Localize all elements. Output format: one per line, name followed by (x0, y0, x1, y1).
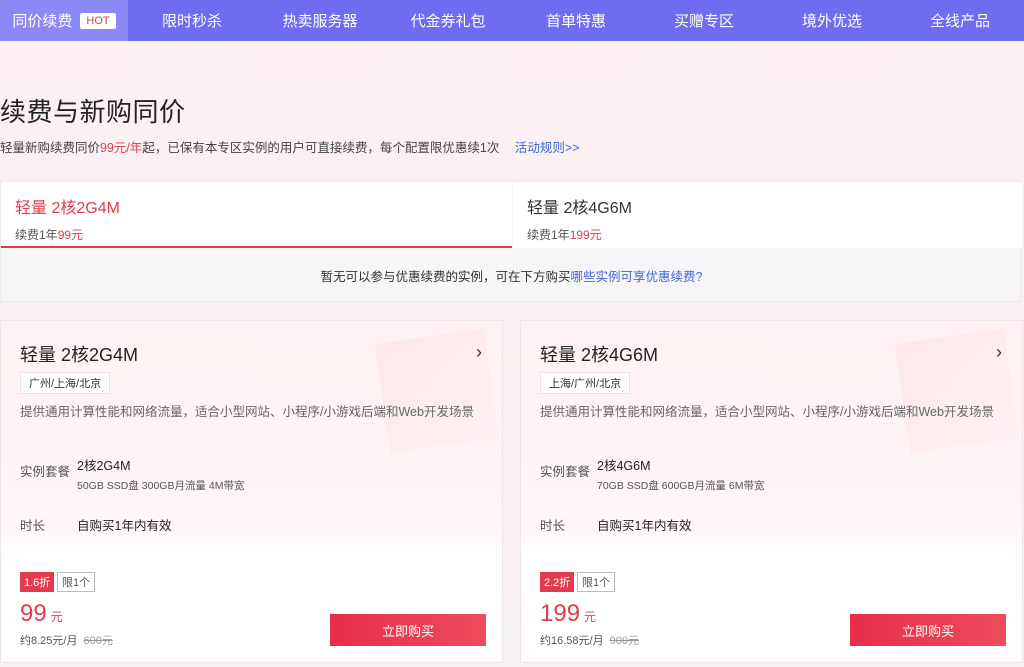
spec-value: 2核2G4M (77, 459, 131, 473)
nav-item-label: 境外优选 (801, 13, 862, 30)
nav-item-buy-gift[interactable]: 买赠专区 (640, 0, 768, 41)
page-subtitle: 轻量新购续费同价99元/年起，已保有本专区实例的用户可直接续费，每个配置限优惠续… (0, 137, 579, 156)
eligible-instances-link[interactable]: 哪些实例可享优惠续费? (571, 270, 703, 284)
nav-item-hot-servers[interactable]: 热卖服务器 (256, 0, 384, 41)
buy-button[interactable]: 立即购买 (850, 614, 1006, 646)
subtitle-post: 起，已保有本专区实例的用户可直接续费，每个配置限优惠续1次 (142, 141, 500, 155)
spec-detail: 70GB SSD盘 600GB月流量 6M带宽 (597, 480, 765, 492)
subtitle-pre: 轻量新购续费同价 (0, 141, 101, 155)
spec-label: 实例套餐 (20, 465, 71, 479)
price-value: 199 (540, 600, 581, 627)
card-title: 轻量 2核4G6M (540, 345, 659, 365)
card-description: 提供通用计算性能和网络流量，适合小型网站、小程序/小游戏后端和Web开发场景 (20, 405, 474, 419)
hot-badge: HOT (80, 12, 116, 29)
chevron-right-icon[interactable]: › (996, 342, 1002, 363)
nav-item-same-price-renewal[interactable]: 同价续费 HOT (0, 0, 128, 41)
top-nav: 同价续费 HOT 限时秒杀 热卖服务器 代金券礼包 首单特惠 买赠专区 境外优选… (0, 0, 1024, 41)
per-month-value: 约8.25元/月 (20, 635, 78, 647)
tab-price: 续费1年199元 (527, 226, 1008, 243)
limit-badge: 限1个 (57, 572, 96, 592)
tab-price-pre: 续费1年 (527, 228, 570, 242)
duration-value: 自购买1年内有效 (77, 519, 172, 533)
limit-badge: 限1个 (577, 572, 616, 592)
price-unit: 元 (584, 610, 597, 624)
chevron-right-icon[interactable]: › (476, 342, 482, 363)
discount-badge: 2.2折 (540, 572, 575, 592)
region-tag: 上海/广州/北京 (540, 372, 631, 394)
nav-item-label: 全线产品 (929, 13, 990, 30)
nav-item-vouchers[interactable]: 代金券礼包 (384, 0, 512, 41)
original-price: 600元 (83, 635, 113, 647)
nav-item-flash-sale[interactable]: 限时秒杀 (128, 0, 256, 41)
renewal-tabs-panel: 轻量 2核2G4M 续费1年99元 轻量 2核4G6M 续费1年199元 暂无可… (0, 181, 1022, 302)
nav-item-label: 同价续费 (12, 13, 73, 30)
tab-2c4g6m[interactable]: 轻量 2核4G6M 续费1年199元 (513, 182, 1022, 248)
price-value: 99 (20, 600, 47, 627)
tab-2c2g4m[interactable]: 轻量 2核2G4M 续费1年99元 (1, 182, 512, 248)
price: 199 元 (540, 600, 596, 628)
nav-item-overseas[interactable]: 境外优选 (768, 0, 896, 41)
duration-value: 自购买1年内有效 (597, 519, 692, 533)
tab-price-value: 99元 (57, 228, 84, 242)
spec-label: 实例套餐 (540, 465, 591, 479)
tab-name: 轻量 2核2G4M (15, 200, 120, 217)
tab-name: 轻量 2核4G6M (527, 200, 632, 217)
nav-item-label: 代金券礼包 (410, 13, 486, 30)
card-description: 提供通用计算性能和网络流量，适合小型网站、小程序/小游戏后端和Web开发场景 (540, 405, 994, 419)
price-per-month: 约16.58元/月 900元 (540, 632, 639, 648)
nav-item-all-products[interactable]: 全线产品 (896, 0, 1024, 41)
duration-label: 时长 (540, 519, 566, 533)
buy-button[interactable]: 立即购买 (330, 614, 486, 646)
empty-note-text: 暂无可以参与优惠续费的实例，可在下方购买 (320, 270, 571, 284)
discount-badge: 1.6折 (20, 572, 55, 592)
page-title: 续费与新购同价 (0, 97, 186, 127)
card-purchase-area: 1.6折 限1个 99 元 约8.25元/月 600元 立即购买 (1, 555, 502, 662)
nav-item-first-order[interactable]: 首单特惠 (512, 0, 640, 41)
product-card: 轻量 2核4G6M › 上海/广州/北京 提供通用计算性能和网络流量，适合小型网… (520, 320, 1023, 663)
duration-label: 时长 (20, 519, 46, 533)
nav-item-label: 买赠专区 (673, 13, 734, 30)
subtitle-price: 99元/年 (100, 141, 143, 155)
spec-detail: 50GB SSD盘 300GB月流量 4M带宽 (77, 480, 245, 492)
original-price: 900元 (609, 635, 639, 647)
nav-item-label: 热卖服务器 (282, 13, 358, 30)
tab-price: 续费1年99元 (15, 226, 498, 243)
price: 99 元 (20, 600, 63, 628)
spec-value: 2核4G6M (597, 459, 651, 473)
tab-price-value: 199元 (569, 228, 602, 242)
region-tag: 广州/上海/北京 (20, 372, 111, 394)
price-unit: 元 (50, 610, 63, 624)
card-title: 轻量 2核2G4M (20, 345, 139, 365)
per-month-value: 约16.58元/月 (540, 635, 604, 647)
tab-price-pre: 续费1年 (15, 228, 58, 242)
rules-link[interactable]: 活动规则>> (515, 141, 580, 155)
empty-note: 暂无可以参与优惠续费的实例，可在下方购买哪些实例可享优惠续费? (1, 266, 1022, 285)
card-purchase-area: 2.2折 限1个 199 元 约16.58元/月 900元 立即购买 (521, 555, 1022, 662)
product-card: 轻量 2核2G4M › 广州/上海/北京 提供通用计算性能和网络流量，适合小型网… (0, 320, 503, 663)
nav-item-label: 限时秒杀 (161, 13, 222, 30)
price-per-month: 约8.25元/月 600元 (20, 632, 113, 648)
nav-item-label: 首单特惠 (545, 13, 606, 30)
